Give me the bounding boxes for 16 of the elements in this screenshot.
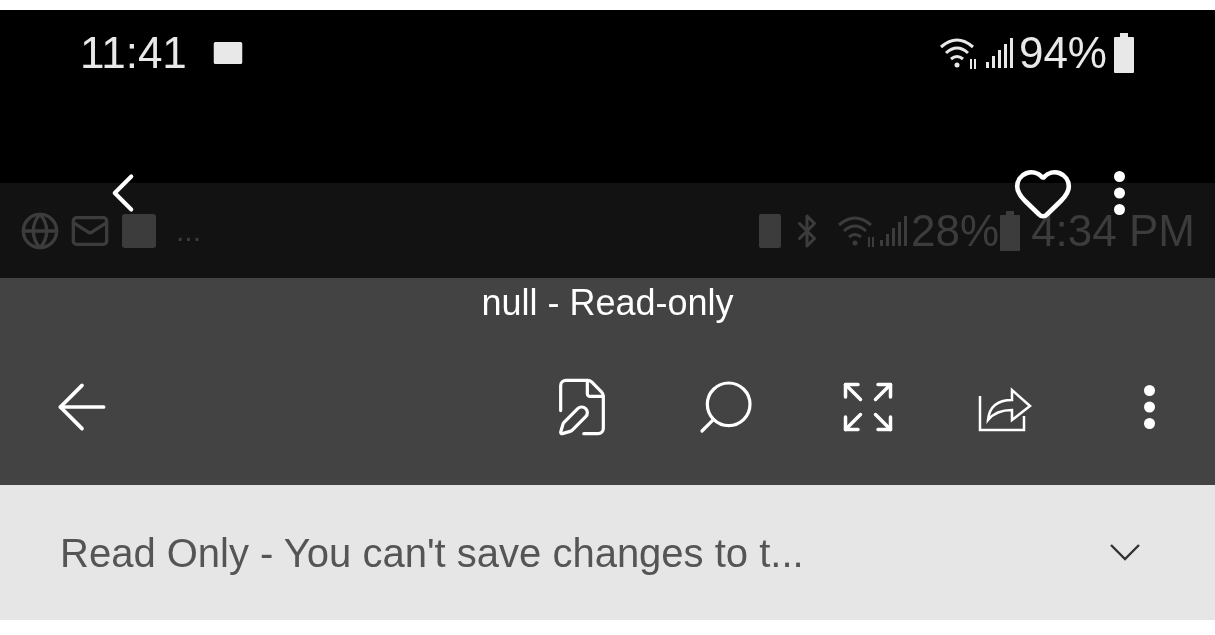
more-button[interactable]	[1114, 171, 1125, 215]
more-button[interactable]	[1144, 384, 1155, 429]
status-time: 11:41	[80, 30, 187, 75]
document-title: null - Read-only	[481, 285, 734, 321]
battery-icon	[1113, 32, 1135, 73]
globe-icon	[20, 210, 60, 251]
more-icon	[1144, 384, 1155, 429]
more-icon	[1114, 171, 1125, 215]
battery-icon	[999, 210, 1022, 251]
signal-icon	[984, 37, 1013, 68]
read-only-message: Read Only - You can't save changes to t...	[60, 532, 804, 573]
signal-icon	[879, 215, 908, 246]
expand-button[interactable]	[1110, 544, 1140, 561]
chevron-down-icon	[1110, 544, 1140, 561]
more-notifications: ...	[176, 215, 201, 246]
battery-percentage: 94%	[1018, 30, 1107, 75]
